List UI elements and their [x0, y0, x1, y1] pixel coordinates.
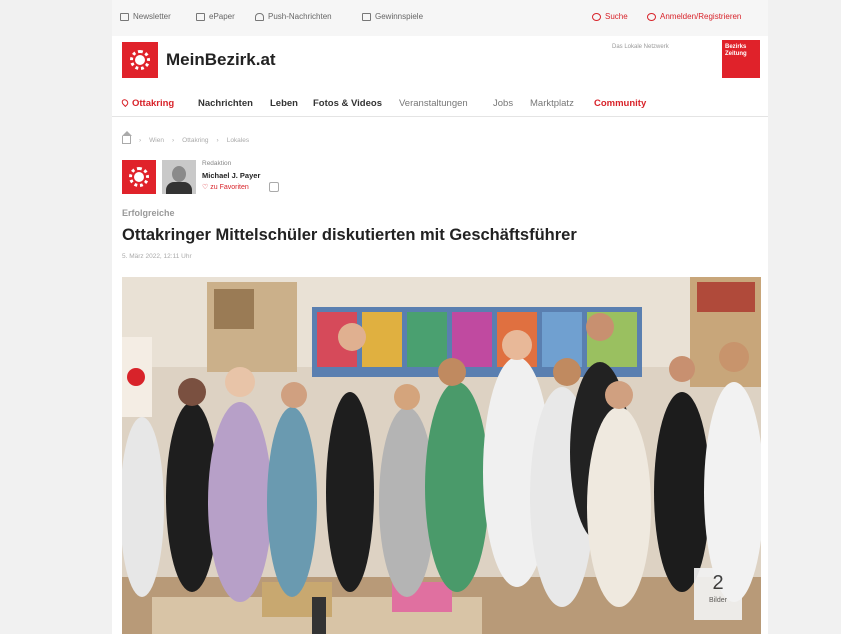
nav-item-jobs[interactable]: Jobs — [493, 98, 513, 109]
logo-dot-icon — [135, 55, 145, 65]
search-link[interactable]: Suche — [592, 12, 628, 21]
follow-button[interactable]: ♡ zu Favoriten — [202, 183, 249, 191]
home-icon[interactable] — [122, 131, 132, 144]
nav-item-marktplatz[interactable]: Marktplatz — [530, 98, 574, 109]
search-label: Suche — [605, 12, 628, 21]
nav-item-community[interactable]: Community — [594, 98, 646, 109]
bell-icon — [255, 12, 264, 21]
avatar-head — [172, 166, 186, 182]
group-photo-illustration — [122, 277, 761, 634]
article-date: 5. März 2022, 12:11 Uhr — [122, 253, 192, 260]
author-name[interactable]: Michael J. Payer — [202, 171, 260, 180]
nav-item-veranstaltungen[interactable]: Veranstaltungen — [399, 98, 468, 109]
nav-item-nachrichten[interactable]: Nachrichten — [198, 98, 253, 109]
logo-dot-icon — [134, 172, 144, 182]
breadcrumb-separator: › — [216, 136, 219, 144]
site-logo[interactable] — [122, 42, 158, 78]
avatar-body — [166, 182, 192, 194]
follow-label: zu Favoriten — [210, 184, 249, 191]
article-category[interactable]: Erfolgreiche — [122, 208, 175, 218]
user-icon — [647, 12, 656, 21]
article-title: Ottakringer Mittelschüler diskutierten m… — [122, 226, 577, 244]
gift-icon — [362, 12, 371, 21]
author-role: Redaktion — [202, 160, 232, 167]
search-icon — [592, 12, 601, 21]
push-label: Push-Nachrichten — [268, 12, 332, 21]
epaper-label: ePaper — [209, 12, 235, 21]
login-link[interactable]: Anmelden/Registrieren — [647, 12, 741, 21]
author-avatar[interactable] — [162, 160, 196, 194]
main-nav: Ottakring Nachrichten Leben Fotos & Vide… — [112, 92, 768, 117]
breadcrumb-item[interactable]: Lokales — [227, 137, 249, 144]
breadcrumb-separator: › — [139, 136, 142, 144]
bezirkszeitung-badge[interactable]: Bezirks Zeitung — [722, 40, 760, 78]
site-tagline: Das Lokale Netzwerk — [612, 44, 669, 50]
article-photo[interactable] — [122, 277, 761, 634]
newsletter-label: Newsletter — [133, 12, 171, 21]
login-label: Anmelden/Registrieren — [660, 12, 742, 21]
epaper-icon — [196, 12, 205, 21]
gallery-label: Bilder — [709, 597, 727, 604]
author-outlet-logo[interactable] — [122, 160, 156, 194]
site-name[interactable]: MeinBezirk.at — [166, 50, 276, 70]
gallery-counter[interactable]: 2 Bilder — [694, 568, 742, 620]
gewinnspiele-label: Gewinnspiele — [375, 12, 424, 21]
pin-icon — [120, 97, 130, 108]
epaper-link[interactable]: ePaper — [196, 12, 235, 21]
nav-location-label: Ottakring — [132, 98, 175, 109]
breadcrumb-separator: › — [171, 136, 175, 144]
push-link[interactable]: Push-Nachrichten — [255, 12, 332, 21]
page: Newsletter ePaper Push-Nachrichten Gewin… — [112, 0, 768, 634]
gewinnspiele-link[interactable]: Gewinnspiele — [362, 12, 423, 21]
newsletter-icon — [120, 12, 129, 21]
breadcrumb: › Wien › Ottakring › Lokales — [122, 131, 249, 144]
site-header: MeinBezirk.at Das Lokale Netzwerk Bezirk… — [112, 36, 768, 88]
breadcrumb-item[interactable]: Ottakring — [182, 137, 208, 144]
gallery-count: 2 — [712, 572, 724, 594]
nav-location[interactable]: Ottakring — [120, 97, 175, 109]
top-utility-bar: Newsletter ePaper Push-Nachrichten Gewin… — [112, 0, 768, 36]
nav-item-fotos-videos[interactable]: Fotos & Videos — [313, 98, 382, 109]
breadcrumb-item[interactable]: Wien — [149, 137, 164, 144]
newsletter-link[interactable]: Newsletter — [120, 12, 171, 21]
nav-item-leben[interactable]: Leben — [270, 98, 298, 109]
share-icon[interactable] — [269, 182, 279, 192]
